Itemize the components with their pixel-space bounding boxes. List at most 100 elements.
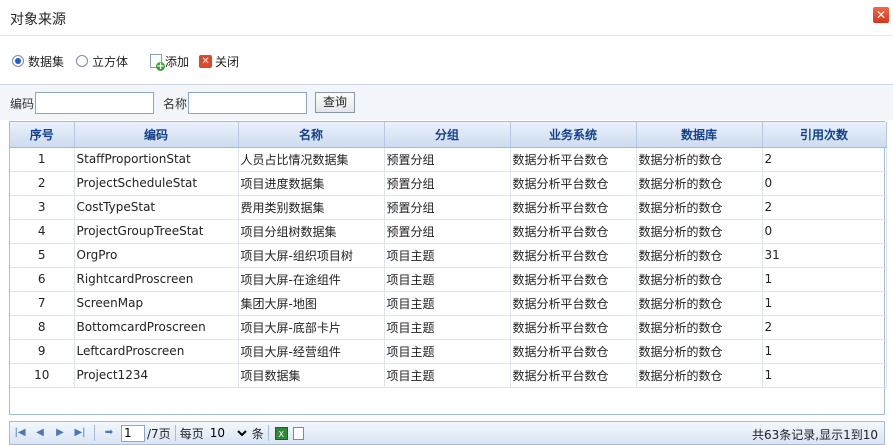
dialog-title: 对象来源	[10, 12, 66, 28]
radio-cube-label: 立方体	[92, 54, 129, 69]
cell-group: 项目主题	[384, 267, 511, 292]
cell-index: 6	[10, 267, 75, 292]
cell-business-system: 数据分析平台数仓	[510, 291, 637, 316]
table-row[interactable]: 6 RightcardProscreen 项目大屏-在途组件 项目主题 数据分析平台数仓…	[10, 267, 887, 292]
radio-cube[interactable]: 立方体	[76, 53, 128, 70]
cell-code: OrgPro	[74, 243, 239, 268]
cell-name: 项目分组树数据集	[238, 219, 385, 244]
header-code[interactable]: 编码	[74, 122, 239, 148]
per-page-unit: 条	[251, 426, 264, 441]
cell-ref-count: 0	[762, 219, 887, 244]
table-body: 1 StaffProportionStat 人员占比情况数据集 预置分组 数据分析平台数…	[10, 147, 887, 388]
table-row[interactable]: 10 Project1234 项目数据集 项目主题 数据分析平台数仓 数据分析的数仓 1	[10, 363, 887, 388]
cell-business-system: 数据分析平台数仓	[510, 267, 637, 292]
cell-database: 数据分析的数仓	[636, 291, 763, 316]
cell-database: 数据分析的数仓	[636, 339, 763, 364]
cell-group: 项目主题	[384, 315, 511, 340]
pagination-bar: |◀ ◀ ▶ ▶| ➡ /7页 每页 10 条 X 共63条记录,显示1到10	[9, 421, 885, 445]
cell-name: 项目进度数据集	[238, 171, 385, 196]
cell-index: 8	[10, 315, 75, 340]
header-database[interactable]: 数据库	[636, 122, 763, 148]
record-info: 共63条记录,显示1到10	[752, 428, 878, 442]
cell-code: RightcardProscreen	[74, 267, 239, 292]
cell-ref-count: 0	[762, 171, 887, 196]
name-input[interactable]	[188, 92, 307, 114]
cell-name: 项目数据集	[238, 363, 385, 388]
cell-code: CostTypeStat	[74, 195, 239, 220]
export-document-icon[interactable]	[292, 426, 304, 440]
cell-ref-count: 2	[762, 315, 887, 340]
cell-code: ProjectScheduleStat	[74, 171, 239, 196]
prev-page-icon[interactable]: ◀	[33, 426, 47, 440]
page-number-input[interactable]	[121, 424, 145, 442]
filter-bar: 编码 名称 查询	[0, 84, 893, 120]
table-row[interactable]: 8 BottomcardProscreen 项目大屏-底部卡片 项目主题 数据分析平台数…	[10, 315, 887, 340]
table-row[interactable]: 9 LeftcardProscreen 项目大屏-经营组件 项目主题 数据分析平台数仓数…	[10, 339, 887, 364]
cell-database: 数据分析的数仓	[636, 243, 763, 268]
cell-index: 5	[10, 243, 75, 268]
header-name[interactable]: 名称	[238, 122, 385, 148]
cell-name: 人员占比情况数据集	[238, 147, 385, 172]
cell-index: 10	[10, 363, 75, 388]
cell-index: 4	[10, 219, 75, 244]
query-button[interactable]: 查询	[315, 92, 355, 113]
header-index[interactable]: 序号	[10, 122, 75, 148]
pager-divider	[94, 425, 95, 441]
total-pages-label: /7页	[147, 426, 171, 441]
cell-business-system: 数据分析平台数仓	[510, 243, 637, 268]
export-excel-icon[interactable]: X	[274, 426, 288, 440]
cell-code: ScreenMap	[74, 291, 239, 316]
cell-index: 7	[10, 291, 75, 316]
close-button-label: 关闭	[215, 54, 240, 69]
radio-dataset-label: 数据集	[28, 54, 65, 69]
close-button[interactable]: ✕ 关闭	[199, 53, 239, 70]
cell-database: 数据分析的数仓	[636, 171, 763, 196]
cell-database: 数据分析的数仓	[636, 195, 763, 220]
cell-name: 项目大屏-经营组件	[238, 339, 385, 364]
per-page-label: 每页	[179, 426, 204, 441]
first-page-icon[interactable]: |◀	[13, 426, 27, 440]
last-page-icon[interactable]: ▶|	[73, 426, 87, 440]
cell-name: 集团大屏-地图	[238, 291, 385, 316]
dialog-titlebar: 对象来源 ✕	[0, 0, 893, 36]
table-row[interactable]: 4 ProjectGroupTreeStat 项目分组树数据集 预置分组 数据分析平台数…	[10, 219, 887, 244]
pager-divider	[267, 425, 269, 441]
radio-checked-icon[interactable]	[12, 55, 24, 67]
cell-group: 预置分组	[384, 219, 511, 244]
cell-business-system: 数据分析平台数仓	[510, 315, 637, 340]
header-group[interactable]: 分组	[384, 122, 511, 148]
add-document-icon	[150, 54, 166, 71]
cell-database: 数据分析的数仓	[636, 147, 763, 172]
header-ref-count[interactable]: 引用次数	[762, 122, 887, 148]
add-button[interactable]: 添加	[150, 53, 189, 71]
cell-index: 1	[10, 147, 75, 172]
cell-name: 项目大屏-组织项目树	[238, 243, 385, 268]
cell-group: 预置分组	[384, 195, 511, 220]
table-row[interactable]: 5 OrgPro 项目大屏-组织项目树 项目主题 数据分析平台数仓 数据分析的数仓 31	[10, 243, 887, 268]
radio-unchecked-icon[interactable]	[76, 55, 89, 67]
cell-code: ProjectGroupTreeStat	[74, 219, 239, 244]
cell-business-system: 数据分析平台数仓	[510, 339, 637, 364]
next-page-icon[interactable]: ▶	[53, 426, 67, 440]
cell-business-system: 数据分析平台数仓	[510, 171, 637, 196]
data-table: 序号 编码 名称 分组 业务系统 数据库 引用次数 1 StaffProporti…	[10, 122, 887, 388]
header-business-system[interactable]: 业务系统	[510, 122, 637, 148]
cell-business-system: 数据分析平台数仓	[510, 219, 637, 244]
cell-code: Project1234	[74, 363, 239, 388]
cell-group: 项目主题	[384, 339, 511, 364]
cell-ref-count: 1	[762, 267, 887, 292]
dialog-close-button[interactable]: ✕	[873, 7, 889, 23]
go-page-icon[interactable]: ➡	[102, 426, 116, 440]
table-row[interactable]: 1 StaffProportionStat 人员占比情况数据集 预置分组 数据分析平台数…	[10, 147, 887, 172]
name-label: 名称	[163, 97, 188, 111]
table-row[interactable]: 2 ProjectScheduleStat 项目进度数据集 预置分组 数据分析平台数仓数…	[10, 171, 887, 196]
per-page-select[interactable]: 10	[205, 424, 250, 442]
table-row[interactable]: 3 CostTypeStat 费用类别数据集 预置分组 数据分析平台数仓 数据分析的数仓 2	[10, 195, 887, 220]
radio-dataset[interactable]: 数据集	[12, 53, 64, 70]
cell-business-system: 数据分析平台数仓	[510, 363, 637, 388]
table-header-row: 序号 编码 名称 分组 业务系统 数据库 引用次数	[10, 122, 887, 148]
cell-code: BottomcardProscreen	[74, 315, 239, 340]
cell-business-system: 数据分析平台数仓	[510, 195, 637, 220]
table-row[interactable]: 7 ScreenMap 集团大屏-地图 项目主题 数据分析平台数仓 数据分析的数仓 1	[10, 291, 887, 316]
code-input[interactable]	[35, 92, 154, 114]
